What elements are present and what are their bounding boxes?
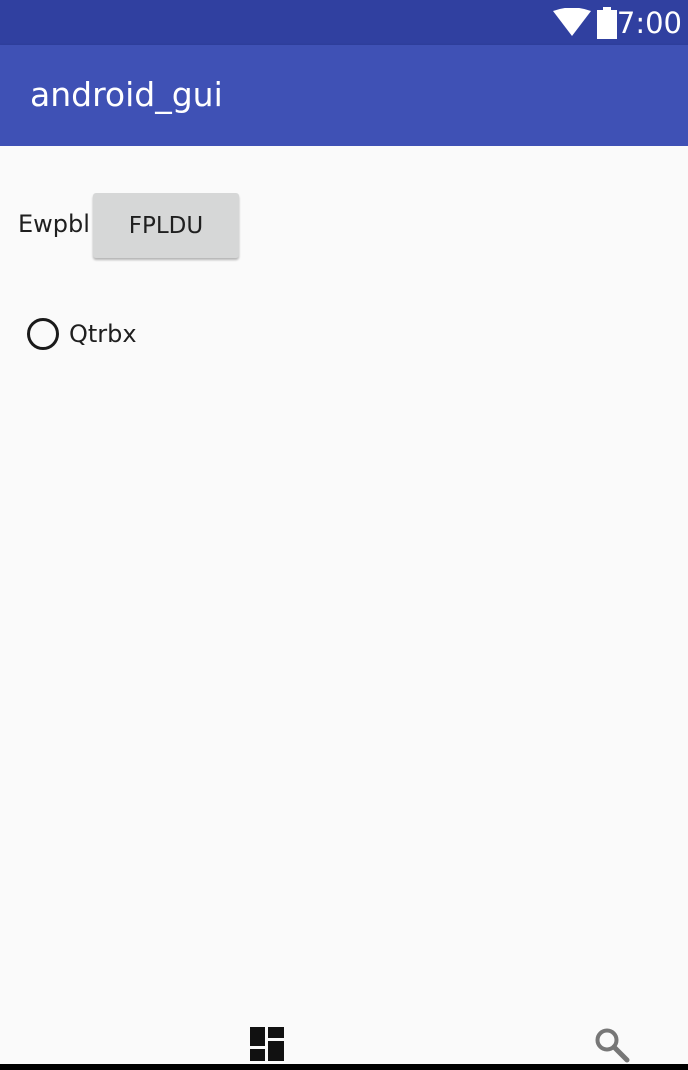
battery-icon [597, 7, 617, 39]
radio-circle-icon[interactable] [27, 318, 59, 350]
app-bar: android_gui [0, 45, 688, 146]
qtrbx-radio-label[interactable]: Qtrbx [69, 318, 137, 350]
wifi-icon [553, 8, 591, 36]
fpldu-button[interactable]: FPLDU [93, 193, 239, 258]
main-content: Ewpbl FPLDU Qtrbx [0, 146, 688, 1036]
search-icon[interactable] [594, 1027, 630, 1063]
qtrbx-radio-button[interactable]: Qtrbx [27, 314, 137, 354]
status-bar: 7:00 [0, 0, 688, 45]
ewpbl-label: Ewpbl [18, 210, 90, 238]
app-title: android_gui [30, 75, 223, 114]
status-time: 7:00 [616, 6, 682, 40]
bottom-edge [0, 1064, 688, 1070]
dashboard-icon[interactable] [250, 1027, 284, 1061]
